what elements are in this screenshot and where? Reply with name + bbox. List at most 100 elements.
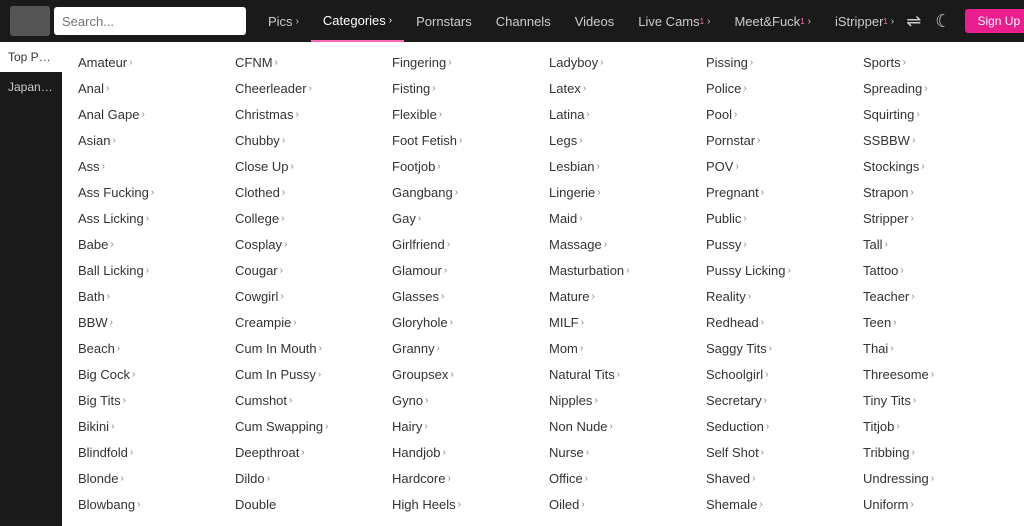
category-item[interactable]: Nurse › <box>543 440 700 466</box>
nav-item-live-cams[interactable]: Live Cams1 › <box>626 0 722 42</box>
category-item[interactable]: Legs › <box>543 128 700 154</box>
category-item[interactable]: Fingering › <box>386 50 543 76</box>
category-item[interactable]: Natural Tits › <box>543 362 700 388</box>
category-item[interactable]: Hardcore › <box>386 466 543 492</box>
theme-icon[interactable]: ☾ <box>935 11 951 32</box>
category-item[interactable]: Ladyboy › <box>543 50 700 76</box>
category-item[interactable]: Cougar › <box>229 258 386 284</box>
category-item[interactable]: Cheerleader › <box>229 76 386 102</box>
category-item[interactable]: MILF › <box>543 310 700 336</box>
category-item[interactable]: Deepthroat › <box>229 440 386 466</box>
category-item[interactable]: Bath › <box>72 284 229 310</box>
category-item[interactable]: Gay › <box>386 206 543 232</box>
category-item[interactable]: Granny › <box>386 336 543 362</box>
category-item[interactable]: Clothed › <box>229 180 386 206</box>
category-item[interactable]: Stripper › <box>857 206 1014 232</box>
category-item[interactable]: Ass Licking › <box>72 206 229 232</box>
category-item[interactable]: Foot Fetish › <box>386 128 543 154</box>
category-item[interactable]: Maid › <box>543 206 700 232</box>
category-item[interactable]: Latex › <box>543 76 700 102</box>
category-item[interactable]: Pregnant › <box>700 180 857 206</box>
category-item[interactable]: CFNM › <box>229 50 386 76</box>
category-item[interactable]: Reality › <box>700 284 857 310</box>
category-item[interactable]: Anal › <box>72 76 229 102</box>
category-item[interactable]: Office › <box>543 466 700 492</box>
category-item[interactable]: POV › <box>700 154 857 180</box>
category-item[interactable]: Dildo › <box>229 466 386 492</box>
category-item[interactable]: Shaved › <box>700 466 857 492</box>
nav-item-videos[interactable]: Videos <box>563 0 627 42</box>
category-item[interactable]: Tall › <box>857 232 1014 258</box>
category-item[interactable]: Handjob › <box>386 440 543 466</box>
nav-item-pornstars[interactable]: Pornstars <box>404 0 484 42</box>
category-item[interactable]: Nipples › <box>543 388 700 414</box>
nav-item-pics[interactable]: Pics › <box>256 0 311 42</box>
category-item[interactable]: SSBBW › <box>857 128 1014 154</box>
category-item[interactable]: Close Up › <box>229 154 386 180</box>
sidebar-item-japanese[interactable]: Japanese <box>0 72 62 102</box>
category-item[interactable]: Masturbation › <box>543 258 700 284</box>
category-item[interactable]: Police › <box>700 76 857 102</box>
category-item[interactable]: Ass Fucking › <box>72 180 229 206</box>
category-item[interactable]: Pussy › <box>700 232 857 258</box>
category-item[interactable]: Stockings › <box>857 154 1014 180</box>
category-item[interactable]: Blonde › <box>72 466 229 492</box>
category-item[interactable]: Blowbang › <box>72 492 229 518</box>
category-item[interactable]: Strapon › <box>857 180 1014 206</box>
category-item[interactable]: Asian › <box>72 128 229 154</box>
category-item[interactable]: Pool › <box>700 102 857 128</box>
category-item[interactable]: Tattoo › <box>857 258 1014 284</box>
category-item[interactable]: Saggy Tits › <box>700 336 857 362</box>
category-item[interactable]: Thai › <box>857 336 1014 362</box>
category-item[interactable]: Squirting › <box>857 102 1014 128</box>
category-item[interactable]: Cowgirl › <box>229 284 386 310</box>
category-item[interactable]: Babe › <box>72 232 229 258</box>
category-item[interactable]: Uniform › <box>857 492 1014 518</box>
category-item[interactable]: Cumshot › <box>229 388 386 414</box>
category-item[interactable]: Non Nude › <box>543 414 700 440</box>
category-item[interactable]: Teen › <box>857 310 1014 336</box>
category-item[interactable]: Gloryhole › <box>386 310 543 336</box>
category-item[interactable]: Redhead › <box>700 310 857 336</box>
category-item[interactable]: Gyno › <box>386 388 543 414</box>
category-item[interactable]: Secretary › <box>700 388 857 414</box>
category-item[interactable]: Cosplay › <box>229 232 386 258</box>
category-item[interactable]: Cum In Mouth › <box>229 336 386 362</box>
category-item[interactable]: Mom › <box>543 336 700 362</box>
category-item[interactable]: Ball Licking › <box>72 258 229 284</box>
category-item[interactable]: Chubby › <box>229 128 386 154</box>
category-item[interactable]: Cum In Pussy › <box>229 362 386 388</box>
category-item[interactable]: Footjob › <box>386 154 543 180</box>
category-item[interactable]: Pussy Licking › <box>700 258 857 284</box>
category-item[interactable]: Flexible › <box>386 102 543 128</box>
category-item[interactable]: Tribbing › <box>857 440 1014 466</box>
category-item[interactable]: Creampie › <box>229 310 386 336</box>
category-item[interactable]: Latina › <box>543 102 700 128</box>
category-item[interactable]: Christmas › <box>229 102 386 128</box>
nav-item-meet-fuck[interactable]: Meet&Fuck1 › <box>722 0 823 42</box>
category-item[interactable]: Ass › <box>72 154 229 180</box>
category-item[interactable]: Hairy › <box>386 414 543 440</box>
category-item[interactable]: Seduction › <box>700 414 857 440</box>
category-item[interactable]: Threesome › <box>857 362 1014 388</box>
sidebar-item-top-porn[interactable]: Top Porn <box>0 42 62 72</box>
category-item[interactable]: Gangbang › <box>386 180 543 206</box>
category-item[interactable]: Massage › <box>543 232 700 258</box>
category-item[interactable]: Amateur › <box>72 50 229 76</box>
shuffle-icon[interactable]: ⇌ <box>906 11 921 32</box>
category-item[interactable]: Schoolgirl › <box>700 362 857 388</box>
category-item[interactable]: High Heels › <box>386 492 543 518</box>
category-item[interactable]: Anal Gape › <box>72 102 229 128</box>
category-item[interactable]: Tiny Tits › <box>857 388 1014 414</box>
category-item[interactable]: Glamour › <box>386 258 543 284</box>
category-item[interactable]: Oiled › <box>543 492 700 518</box>
category-item[interactable]: Pornstar › <box>700 128 857 154</box>
category-item[interactable]: Undressing › <box>857 466 1014 492</box>
category-item[interactable]: Double <box>229 492 386 518</box>
category-item[interactable]: Glasses › <box>386 284 543 310</box>
category-item[interactable]: Lingerie › <box>543 180 700 206</box>
category-item[interactable]: Teacher › <box>857 284 1014 310</box>
category-item[interactable]: Self Shot › <box>700 440 857 466</box>
category-item[interactable]: Titjob › <box>857 414 1014 440</box>
category-item[interactable]: Fisting › <box>386 76 543 102</box>
